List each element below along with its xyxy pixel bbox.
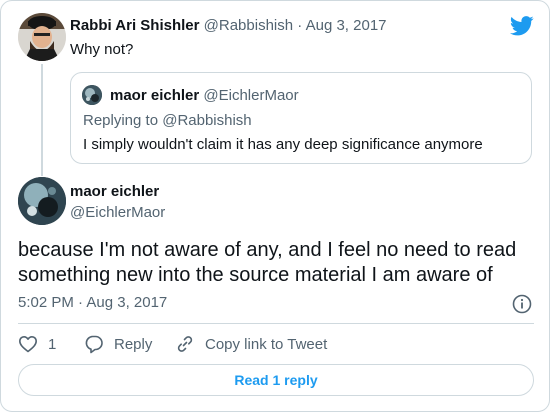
main-tweet-timestamp[interactable]: 5:02 PM · Aug 3, 2017 (18, 294, 167, 311)
tweet-embed-card: Rabbi Ari Shishler @Rabbishish · Aug 3, … (0, 0, 550, 412)
parent-tweet-text: Why not? (70, 41, 134, 58)
main-author-handle[interactable]: @EichlerMaor (70, 204, 165, 221)
reply-button[interactable]: Reply (84, 334, 152, 354)
like-count: 1 (48, 335, 57, 353)
main-author-name[interactable]: maor eichler (70, 183, 159, 200)
thread-connector-line (41, 64, 43, 176)
quoted-author-name: maor eichler (110, 87, 200, 104)
actions-divider (18, 323, 534, 324)
heart-icon (19, 336, 37, 353)
quoted-author-avatar (82, 85, 102, 105)
twitter-bird-icon[interactable] (510, 15, 534, 37)
parent-author-name[interactable]: Rabbi Ari Shishler (70, 17, 199, 34)
quoted-tweet-header: maor eichler @EichlerMaor (110, 87, 299, 104)
copy-link-button[interactable]: Copy link to Tweet (175, 334, 327, 354)
parent-tweet-date[interactable]: Aug 3, 2017 (306, 17, 387, 34)
reply-bubble-icon (85, 335, 103, 354)
like-button[interactable]: 1 (18, 334, 56, 354)
quoted-tweet[interactable]: maor eichler @EichlerMaor Replying to @R… (70, 72, 532, 164)
reply-label: Reply (114, 335, 153, 353)
parent-author-avatar[interactable] (18, 13, 66, 61)
parent-tweet-header: Rabbi Ari Shishler @Rabbishish · Aug 3, … (70, 17, 387, 34)
quoted-replying-to: Replying to @Rabbishish (83, 112, 252, 129)
quoted-tweet-text: I simply wouldn't claim it has any deep … (83, 136, 483, 153)
read-replies-button[interactable]: Read 1 reply (18, 364, 534, 396)
link-icon (177, 336, 193, 352)
main-author-avatar[interactable] (18, 177, 66, 225)
parent-author-handle[interactable]: @Rabbishish (204, 17, 293, 34)
info-icon[interactable] (512, 294, 532, 314)
header-separator: · (297, 17, 303, 34)
copy-link-label: Copy link to Tweet (205, 335, 328, 353)
quoted-author-handle: @EichlerMaor (203, 87, 299, 104)
main-tweet-text: because I'm not aware of any, and I feel… (18, 239, 517, 286)
